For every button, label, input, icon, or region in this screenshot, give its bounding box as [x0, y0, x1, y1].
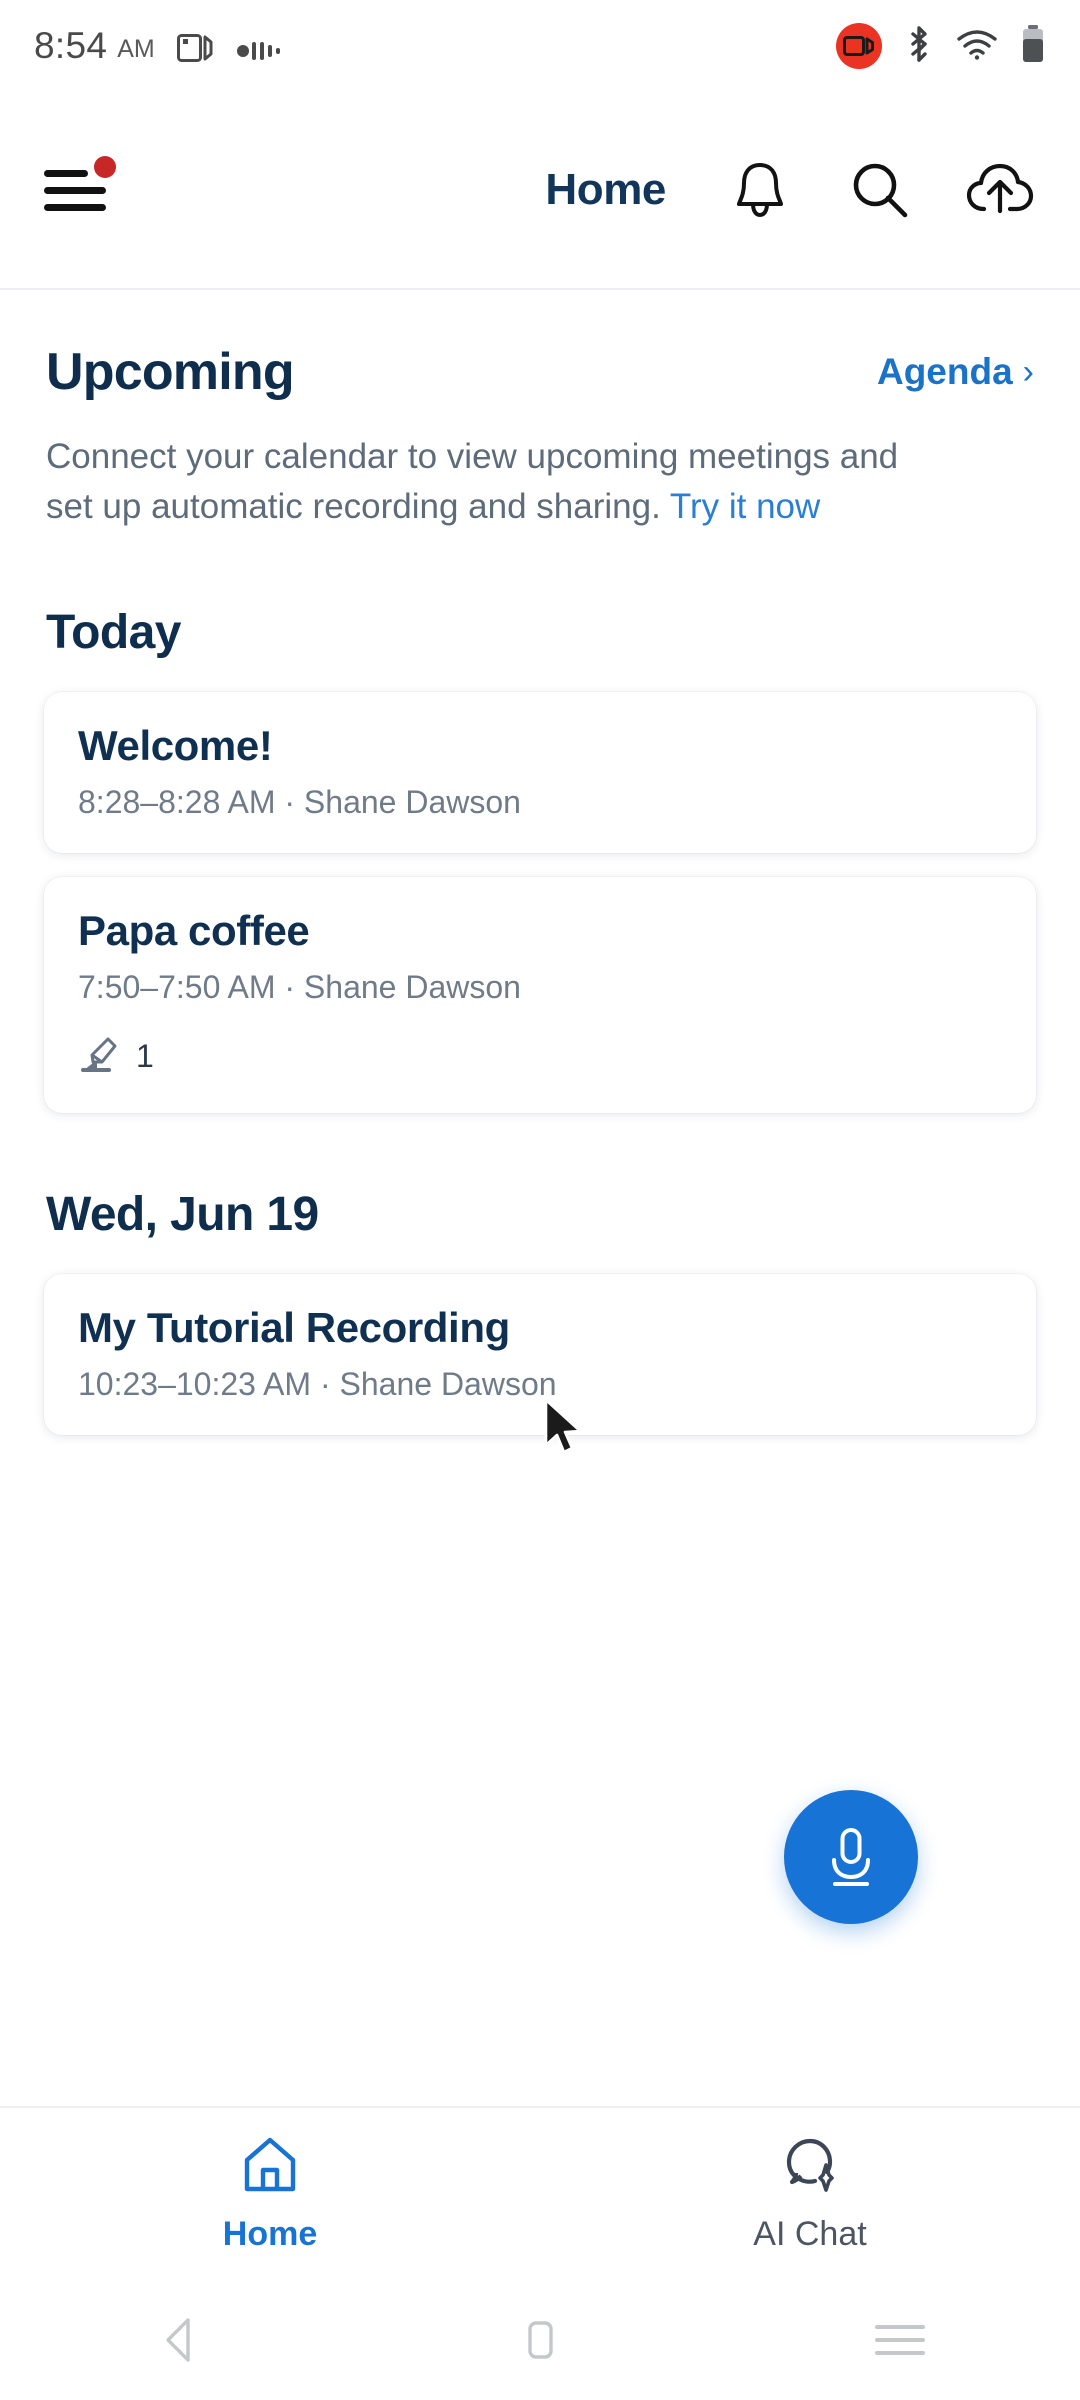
menu-notification-badge: [94, 156, 116, 178]
home-icon: [239, 2134, 301, 2201]
audio-wave-icon: [236, 39, 281, 67]
cloud-upload-icon[interactable]: [964, 154, 1036, 226]
recents-lines-icon: [875, 2316, 925, 2364]
highlight-count: 1: [136, 1038, 154, 1075]
upcoming-section-header: Upcoming Agenda ›: [0, 342, 1080, 402]
screen-record-badge: [836, 23, 882, 69]
nav-item-home[interactable]: Home: [0, 2134, 540, 2254]
nav-label-ai-chat: AI Chat: [753, 2215, 867, 2253]
system-nav-bar: [0, 2280, 1080, 2400]
bluetooth-icon: [904, 24, 934, 68]
notifications-bell-icon[interactable]: [724, 154, 796, 226]
meeting-subtitle: 10:23–10:23 AM · Shane Dawson: [78, 1366, 557, 1403]
agenda-label: Agenda: [876, 351, 1013, 392]
day-header-wed-jun-19: Wed, Jun 19: [46, 1188, 319, 1242]
highlighter-icon: [78, 1032, 122, 1081]
meeting-title: Welcome!: [78, 722, 273, 770]
status-time: 8:54: [34, 25, 108, 66]
nav-label-home: Home: [222, 2215, 318, 2253]
status-bar-right: [836, 23, 1046, 69]
page-title: Home: [545, 165, 666, 214]
app-header: Home: [0, 92, 1080, 288]
record-fab-button[interactable]: [784, 1790, 918, 1924]
chevron-right-icon: ›: [1022, 353, 1034, 391]
battery-icon: [1020, 24, 1046, 68]
screen-cast-icon: [176, 33, 215, 67]
wifi-icon: [956, 28, 998, 64]
meeting-card[interactable]: Papa coffee 7:50–7:50 AM · Shane Dawson …: [44, 877, 1036, 1114]
meeting-title: My Tutorial Recording: [78, 1304, 510, 1352]
back-triangle-icon: [166, 2318, 190, 2362]
ai-chat-bubble-icon: [779, 2134, 841, 2201]
today-card-list: Welcome! 8:28–8:28 AM · Shane Dawson Pap…: [0, 692, 1080, 1114]
meeting-card[interactable]: My Tutorial Recording 10:23–10:23 AM · S…: [44, 1274, 1036, 1436]
status-bar-left: 8:54 AM: [34, 25, 281, 67]
wed-jun-19-card-list: My Tutorial Recording 10:23–10:23 AM · S…: [0, 1274, 1080, 1436]
status-ampm: AM: [117, 35, 155, 63]
search-icon[interactable]: [844, 154, 916, 226]
system-home-button[interactable]: [360, 2314, 720, 2366]
meeting-highlight-meta: 1: [78, 1032, 1002, 1081]
home-square-icon: [528, 2321, 553, 2359]
upcoming-description: Connect your calendar to view upcoming m…: [0, 432, 960, 531]
app-screen: 8:54 AM Home Upcoming Agenda › Connect y…: [0, 0, 1080, 2400]
system-recents-button[interactable]: [720, 2316, 1080, 2364]
meeting-subtitle: 8:28–8:28 AM · Shane Dawson: [78, 784, 521, 821]
system-back-button[interactable]: [0, 2314, 360, 2366]
hamburger-menu-icon[interactable]: [44, 156, 116, 216]
meeting-subtitle: 7:50–7:50 AM · Shane Dawson: [78, 969, 521, 1006]
upcoming-title: Upcoming: [46, 343, 295, 401]
meeting-title: Papa coffee: [78, 907, 310, 955]
agenda-link[interactable]: Agenda ›: [877, 351, 1034, 393]
meeting-card[interactable]: Welcome! 8:28–8:28 AM · Shane Dawson: [44, 692, 1036, 854]
status-bar: 8:54 AM: [0, 0, 1080, 92]
nav-item-ai-chat[interactable]: AI Chat: [540, 2134, 1080, 2254]
day-header-today: Today: [46, 606, 181, 660]
app-header-actions: Home: [545, 154, 1036, 226]
bottom-nav: Home AI Chat: [0, 2108, 1080, 2280]
main-content: Upcoming Agenda › Connect your calendar …: [0, 290, 1080, 1459]
try-it-now-link[interactable]: Try it now: [670, 487, 820, 526]
